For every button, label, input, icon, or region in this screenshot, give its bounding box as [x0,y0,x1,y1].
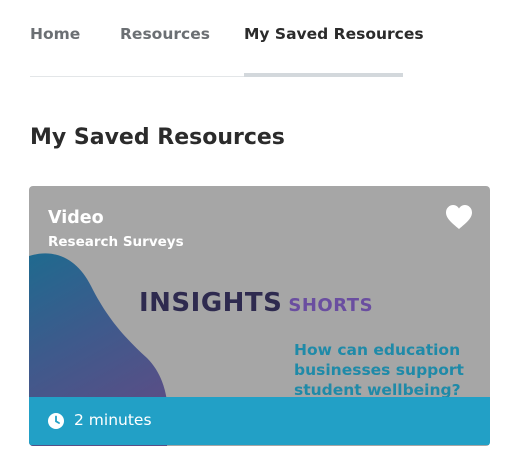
card-type: Video [48,208,104,228]
active-tab-indicator [244,73,403,77]
brand-sub: SHORTS [288,295,374,316]
page-title: My Saved Resources [30,125,285,150]
card-category: Research Surveys [48,234,184,250]
thumbnail-question: How can education businesses support stu… [294,341,464,399]
heart-icon[interactable] [445,204,473,230]
brand-main: INSIGHTS [139,288,283,318]
resource-card[interactable]: Video Research Surveys INSIGHTS SHORTS Ho… [29,186,490,446]
clock-icon [48,413,64,429]
tab-my-saved-resources[interactable]: My Saved Resources [244,25,424,43]
tab-home[interactable]: Home [30,25,80,43]
nav-tabs: Home Resources My Saved Resources [30,0,424,77]
duration-bar: 2 minutes [29,397,490,445]
duration-label: 2 minutes [74,411,152,429]
thumbnail-brand: INSIGHTS SHORTS [139,288,373,318]
tab-resources[interactable]: Resources [120,25,210,43]
